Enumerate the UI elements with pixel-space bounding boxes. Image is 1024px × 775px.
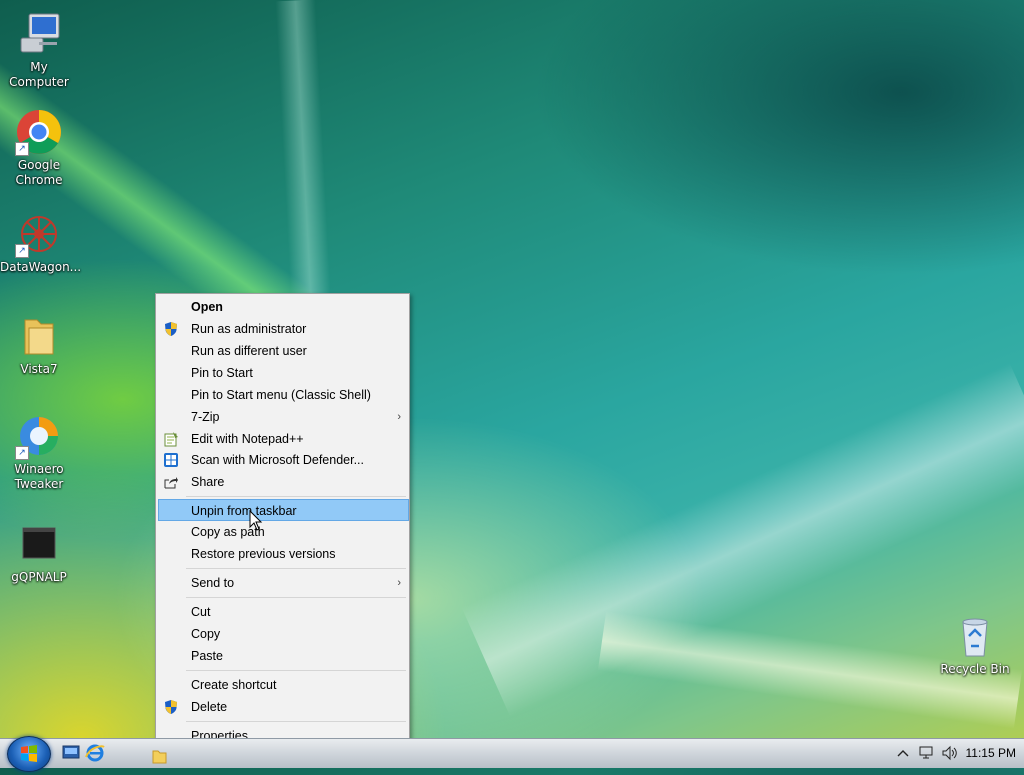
show-desktop-icon[interactable]: [61, 743, 83, 763]
winaero-tweaker-icon: ↗: [15, 412, 63, 460]
menu-item-send-to[interactable]: Send to ›: [158, 572, 409, 594]
menu-separator: [186, 597, 406, 598]
desktop-icon-label: Google Chrome: [15, 158, 63, 187]
desktop-icon-datawagon[interactable]: ↗ DataWagon...: [0, 210, 82, 275]
chevron-right-icon: ›: [397, 577, 401, 589]
share-icon: [163, 474, 179, 490]
menu-item-pin-to-start-classic-shell[interactable]: Pin to Start menu (Classic Shell): [158, 384, 409, 406]
menu-item-copy-as-path[interactable]: Copy as path: [158, 521, 409, 543]
desktop-icon-google-chrome[interactable]: ↗ Google Chrome: [0, 108, 78, 188]
desktop-icon-my-computer[interactable]: My Computer: [0, 10, 78, 90]
folder-icon[interactable]: [150, 747, 172, 767]
context-menu: Open Run as administrator Run as differe…: [155, 293, 410, 749]
uac-shield-icon: [163, 321, 179, 337]
notepad-plus-plus-icon: [163, 431, 179, 447]
app-icon: [15, 520, 63, 568]
desktop-icon-label: Winaero Tweaker: [14, 462, 64, 491]
menu-item-pin-to-start[interactable]: Pin to Start: [158, 362, 409, 384]
desktop-icon-label: gQPNALP: [11, 570, 67, 584]
start-orb-icon[interactable]: [7, 736, 51, 772]
volume-icon[interactable]: [941, 745, 959, 761]
chevron-right-icon: ›: [397, 411, 401, 423]
network-icon[interactable]: [918, 745, 936, 761]
recycle-bin-icon: [951, 612, 999, 660]
menu-item-open[interactable]: Open: [158, 296, 409, 318]
menu-item-scan-with-defender[interactable]: Scan with Microsoft Defender...: [158, 449, 409, 471]
menu-item-copy[interactable]: Copy: [158, 623, 409, 645]
menu-separator: [186, 568, 406, 569]
datawagon-icon: ↗: [15, 210, 63, 258]
menu-item-edit-with-notepad-plus-plus[interactable]: Edit with Notepad++: [158, 428, 409, 450]
menu-item-delete[interactable]: Delete: [158, 696, 409, 718]
menu-separator: [186, 670, 406, 671]
desktop-icon-label: Vista7: [20, 362, 58, 376]
menu-item-cut[interactable]: Cut: [158, 601, 409, 623]
menu-item-run-as-different-user[interactable]: Run as different user: [158, 340, 409, 362]
chrome-icon: ↗: [15, 108, 63, 156]
shortcut-arrow-icon: ↗: [15, 446, 29, 460]
desktop-icon-gqpnalp[interactable]: gQPNALP: [0, 520, 78, 585]
desktop-icon-vista7[interactable]: Vista7: [0, 312, 78, 377]
desktop-icon-label: My Computer: [9, 60, 69, 89]
internet-explorer-icon[interactable]: [84, 743, 106, 763]
folder-icon: [15, 312, 63, 360]
desktop-icon-winaero-tweaker[interactable]: ↗ Winaero Tweaker: [0, 412, 78, 492]
menu-item-paste[interactable]: Paste: [158, 645, 409, 667]
menu-item-run-as-administrator[interactable]: Run as administrator: [158, 318, 409, 340]
desktop-icon-label: Recycle Bin: [940, 662, 1010, 676]
menu-separator: [186, 496, 406, 497]
taskbar-clock[interactable]: 11:15 PM: [966, 746, 1016, 760]
defender-icon: [163, 452, 179, 468]
shortcut-arrow-icon: ↗: [15, 244, 29, 258]
computer-icon: [15, 10, 63, 58]
menu-item-create-shortcut[interactable]: Create shortcut: [158, 674, 409, 696]
mouse-cursor-icon: [249, 509, 263, 532]
uac-shield-icon: [163, 699, 179, 715]
menu-item-7-zip[interactable]: 7-Zip ›: [158, 406, 409, 428]
desktop-icon-label: DataWagon...: [0, 260, 82, 274]
menu-item-restore-previous-versions[interactable]: Restore previous versions: [158, 543, 409, 565]
menu-separator: [186, 721, 406, 722]
desktop-icon-recycle-bin[interactable]: Recycle Bin: [936, 612, 1014, 677]
taskbar: 11:15 PM: [0, 736, 1024, 772]
shortcut-arrow-icon: ↗: [15, 142, 29, 156]
menu-item-unpin-from-taskbar[interactable]: Unpin from taskbar: [158, 499, 409, 521]
menu-item-share[interactable]: Share: [158, 471, 409, 493]
chevron-up-icon[interactable]: [896, 746, 910, 760]
